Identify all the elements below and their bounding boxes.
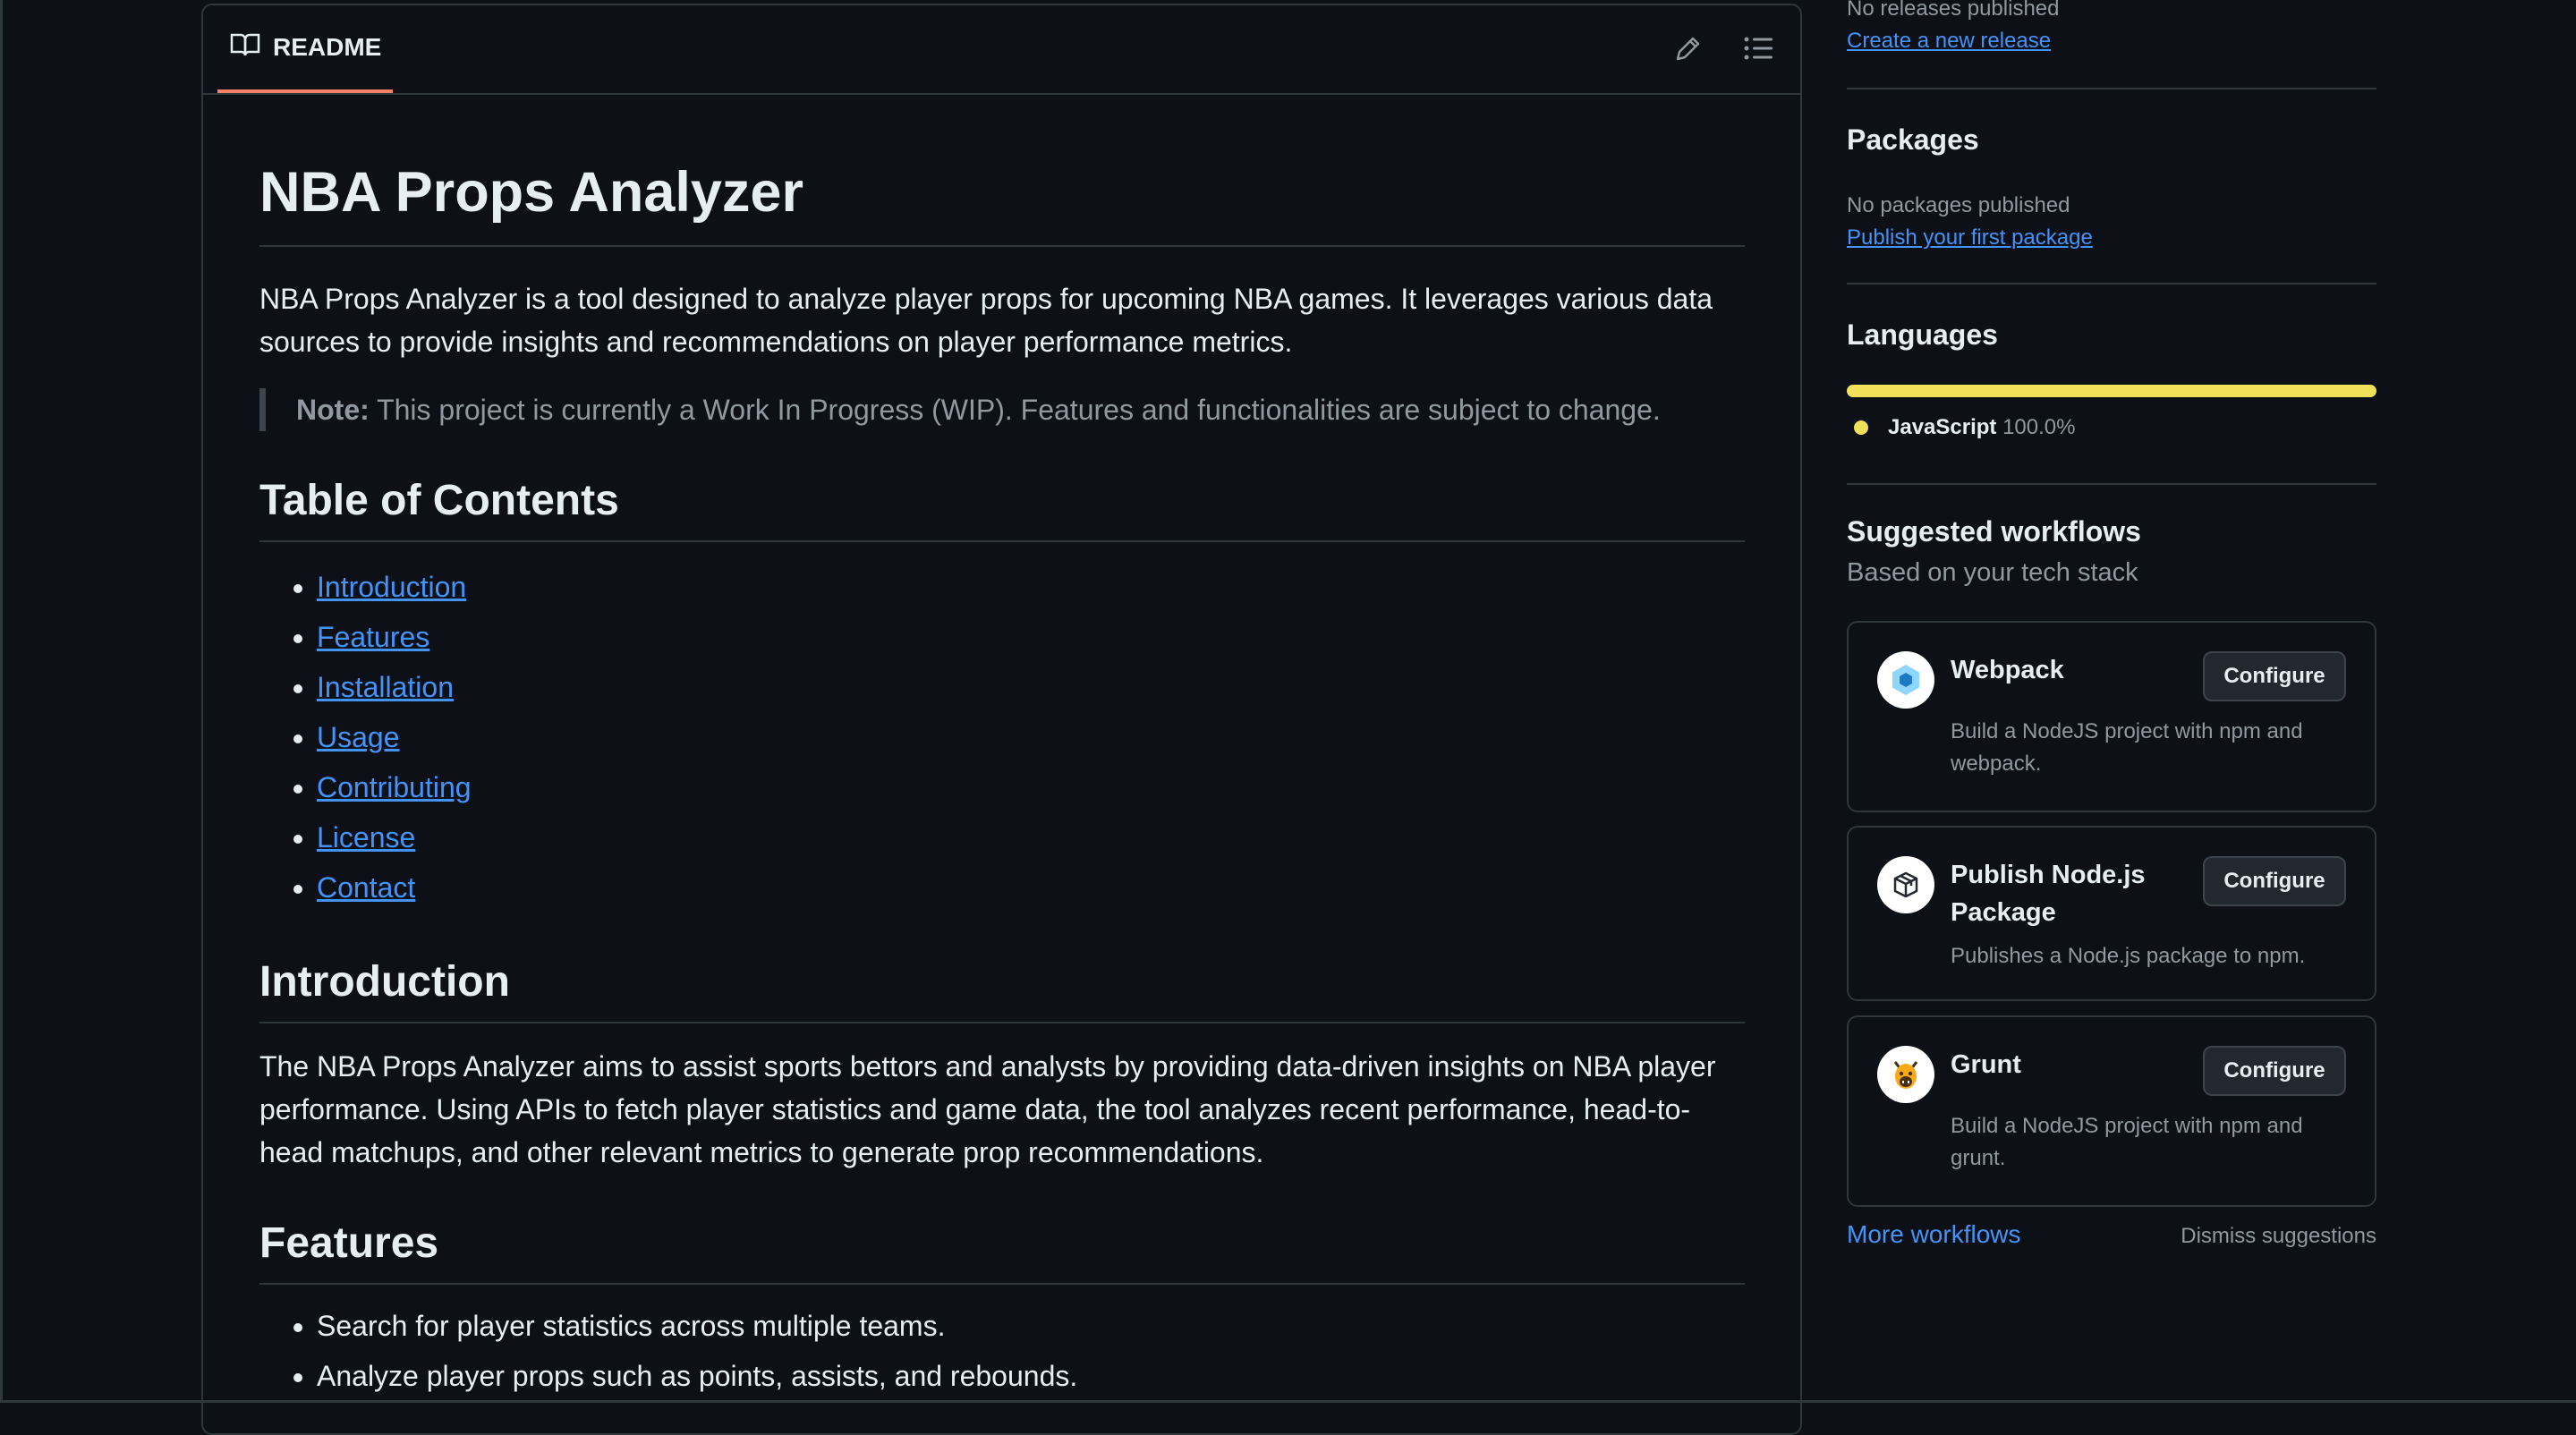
toc-link-introduction[interactable]: Introduction bbox=[317, 571, 466, 603]
window-left-edge bbox=[0, 0, 3, 1403]
intro-paragraph: NBA Props Analyzer is a tool designed to… bbox=[259, 283, 1713, 358]
publish-package-link[interactable]: Publish your first package bbox=[1847, 225, 2093, 250]
toc-item: Contact bbox=[317, 862, 1745, 913]
introduction-paragraph: The NBA Props Analyzer aims to assist sp… bbox=[259, 1050, 1716, 1168]
language-percent: 100.0% bbox=[2002, 415, 2076, 439]
list-unordered-icon bbox=[1744, 36, 1773, 65]
no-packages-text: No packages published bbox=[1847, 193, 2070, 217]
language-item-javascript[interactable]: JavaScript 100.0% bbox=[1854, 415, 2075, 440]
create-release-link[interactable]: Create a new release bbox=[1847, 29, 2051, 54]
readme-panel: README NBA Props Analyzer NBA Props Anal… bbox=[201, 4, 1802, 1435]
toc-link-contributing[interactable]: Contributing bbox=[317, 771, 472, 803]
readme-content: NBA Props Analyzer NBA Props Analyzer is… bbox=[259, 93, 1745, 1401]
workflow-card-webpack: Webpack Build a NodeJS project with npm … bbox=[1847, 621, 2376, 812]
toc-item: Features bbox=[317, 612, 1745, 662]
workflow-description: Build a NodeJS project with npm and webp… bbox=[1951, 719, 2303, 776]
readme-tab-label: README bbox=[273, 33, 382, 61]
toc-heading: Table of Contents bbox=[259, 476, 1745, 542]
more-workflows-link[interactable]: More workflows bbox=[1847, 1220, 2020, 1249]
workflow-name: Publish Node.js Package bbox=[1951, 861, 2146, 927]
language-color-dot bbox=[1854, 420, 1868, 435]
releases-section: No releases published Create a new relea… bbox=[1847, 0, 2376, 89]
toc-item: Introduction bbox=[317, 562, 1745, 612]
edit-file-button[interactable] bbox=[1671, 32, 1706, 68]
book-icon bbox=[230, 32, 260, 64]
note-blockquote: Note: This project is currently a Work I… bbox=[259, 388, 1745, 431]
toc-item: Usage bbox=[317, 712, 1745, 762]
workflow-description: Build a NodeJS project with npm and grun… bbox=[1951, 1114, 2303, 1170]
feature-item: Search for player statistics across mult… bbox=[317, 1301, 1745, 1351]
toc-link-contact[interactable]: Contact bbox=[317, 871, 415, 904]
packages-section: Packages No packages published Publish y… bbox=[1847, 88, 2376, 284]
toc-link-usage[interactable]: Usage bbox=[317, 721, 400, 753]
toc-link-features[interactable]: Features bbox=[317, 621, 429, 653]
workflows-subheading: Based on your tech stack bbox=[1847, 558, 2138, 587]
note-text: This project is currently a Work In Prog… bbox=[369, 394, 1661, 426]
workflow-description: Publishes a Node.js package to npm. bbox=[1951, 944, 2306, 968]
toc-item: Contributing bbox=[317, 762, 1745, 812]
language-bar bbox=[1847, 385, 2376, 397]
language-name: JavaScript bbox=[1888, 415, 1997, 439]
features-list: Search for player statistics across mult… bbox=[259, 1301, 1745, 1401]
workflow-name: Grunt bbox=[1951, 1050, 2021, 1079]
readme-title: NBA Props Analyzer bbox=[259, 159, 1745, 247]
configure-grunt-button[interactable]: Configure bbox=[2203, 1046, 2346, 1096]
configure-webpack-button[interactable]: Configure bbox=[2203, 651, 2346, 701]
features-heading: Features bbox=[259, 1218, 1745, 1285]
toc-item: License bbox=[317, 812, 1745, 862]
readme-tab[interactable]: README bbox=[217, 5, 393, 93]
toc-list: Introduction Features Installation Usage… bbox=[259, 562, 1745, 913]
pencil-icon bbox=[1675, 35, 1702, 66]
package-icon bbox=[1877, 856, 1934, 913]
dismiss-suggestions-button[interactable]: Dismiss suggestions bbox=[2181, 1224, 2376, 1249]
toc-link-license[interactable]: License bbox=[317, 821, 415, 853]
readme-header: README bbox=[203, 5, 1800, 95]
toc-link-installation[interactable]: Installation bbox=[317, 671, 454, 703]
feature-item: Analyze player props such as points, ass… bbox=[317, 1351, 1745, 1401]
no-releases-text: No releases published bbox=[1847, 0, 2060, 21]
configure-publish-node-button[interactable]: Configure bbox=[2203, 856, 2346, 906]
webpack-icon bbox=[1877, 651, 1934, 709]
workflow-name: Webpack bbox=[1951, 656, 2064, 684]
languages-section: Languages JavaScript 100.0% bbox=[1847, 283, 2376, 485]
workflow-card-grunt: Grunt Build a NodeJS project with npm an… bbox=[1847, 1015, 2376, 1207]
grunt-icon bbox=[1877, 1046, 1934, 1103]
packages-heading[interactable]: Packages bbox=[1847, 123, 1979, 157]
workflows-heading: Suggested workflows bbox=[1847, 515, 2141, 548]
note-label: Note: bbox=[296, 394, 370, 426]
toc-item: Installation bbox=[317, 662, 1745, 712]
introduction-heading: Introduction bbox=[259, 957, 1745, 1023]
languages-heading: Languages bbox=[1847, 318, 1998, 351]
workflow-card-publish-node: Publish Node.js Package Publishes a Node… bbox=[1847, 826, 2376, 1001]
outline-button[interactable] bbox=[1740, 32, 1776, 68]
